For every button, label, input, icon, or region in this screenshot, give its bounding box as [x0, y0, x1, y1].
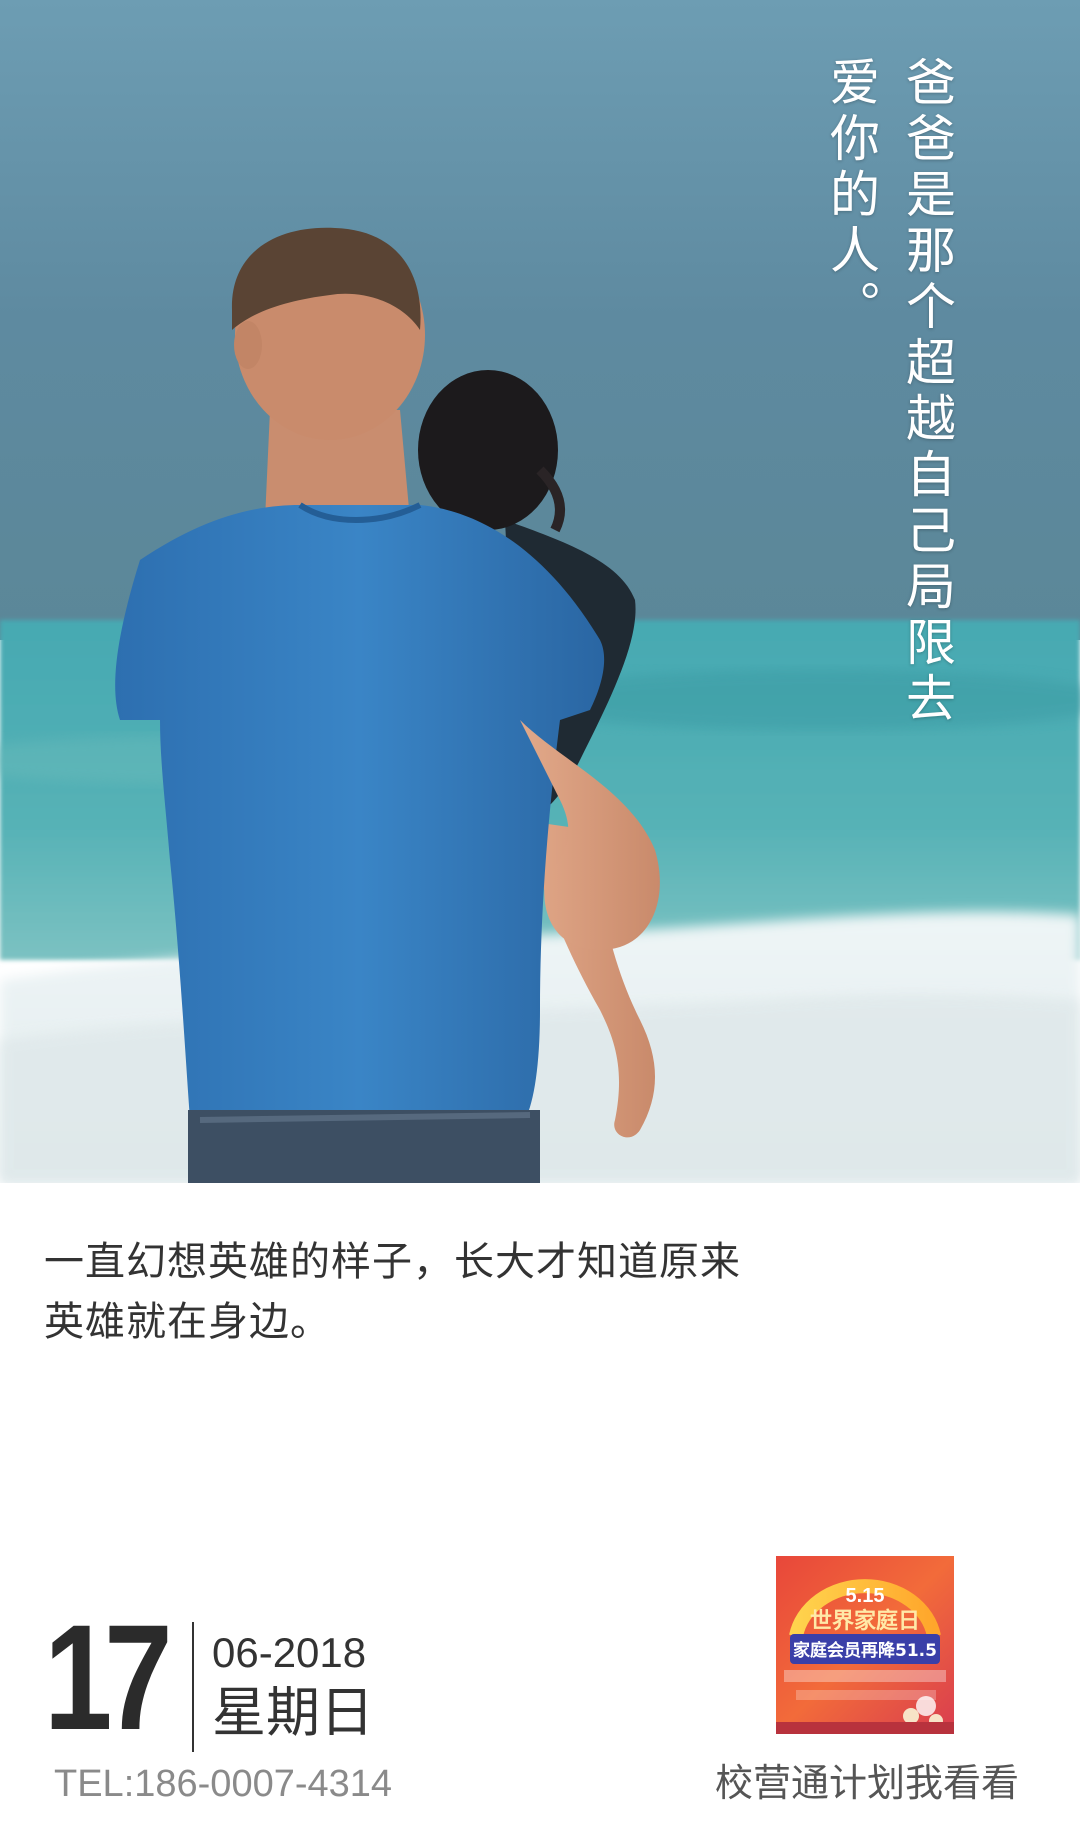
hero-photo: 爸爸是那个超越自己局限去 爱你的人。 [0, 0, 1080, 1183]
vertical-quote: 爸爸是那个超越自己局限去 爱你的人。 [822, 56, 956, 728]
contact-tel: TEL:186-0007-4314 [54, 1763, 393, 1805]
promo-image[interactable]: 5.15 世界家庭日 家庭会员再降51.5 [776, 1556, 954, 1734]
caption-text: 一直幻想英雄的样子，长大才知道原来 英雄就在身边。 [44, 1232, 864, 1352]
quote-line-2: 爱你的人。 [822, 56, 880, 336]
promo-date-text: 5.15 [846, 1585, 885, 1607]
promo-caption[interactable]: 校营通计划我看看 [692, 1760, 1042, 1806]
promo-subtitle-text: 家庭会员再降51.5 [793, 1640, 937, 1661]
date-day: 17 [44, 1593, 173, 1761]
date-divider [192, 1622, 194, 1752]
promo-poster-illustration: 5.15 世界家庭日 家庭会员再降51.5 [776, 1556, 954, 1734]
date-month-year: 06-2018 [212, 1629, 367, 1676]
quote-line-1: 爸爸是那个超越自己局限去 [898, 56, 956, 728]
caption-line-1: 一直幻想英雄的样子，长大才知道原来 [44, 1239, 741, 1285]
date-weekday: 星期日 [212, 1681, 374, 1744]
caption-line-2: 英雄就在身边。 [44, 1299, 331, 1345]
promo-title-text: 世界家庭日 [810, 1608, 920, 1634]
daily-card: 爸爸是那个超越自己局限去 爱你的人。 一直幻想英雄的样子，长大才知道原来 英雄就… [0, 0, 1080, 1823]
